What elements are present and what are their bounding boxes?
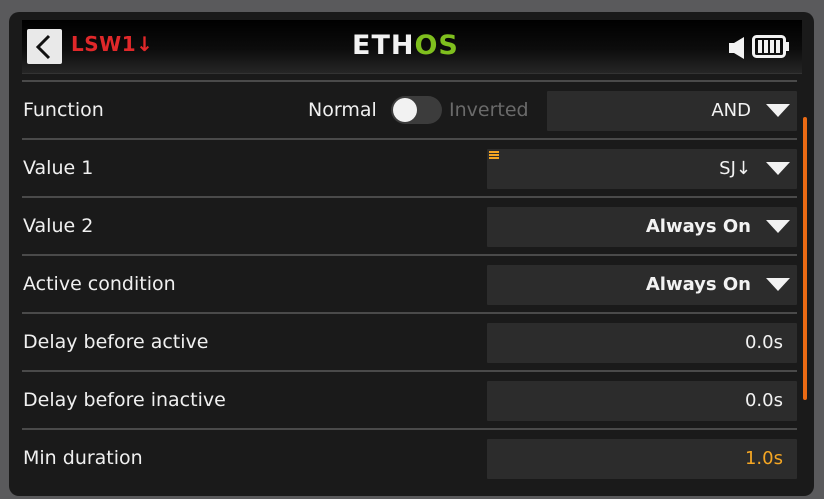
value1-value: SJ↓ xyxy=(719,158,751,179)
function-label: Function xyxy=(23,99,104,121)
scrollbar[interactable] xyxy=(803,117,807,400)
row-min-duration: Min duration 1.0s xyxy=(22,428,797,488)
value1-dropdown[interactable]: SJ↓ xyxy=(487,149,797,189)
logo-text: ETH xyxy=(352,30,415,61)
delay-active-field[interactable]: 0.0s xyxy=(487,323,797,363)
delay-inactive-label: Delay before inactive xyxy=(23,389,226,411)
row-value2: Value 2 Always On xyxy=(22,196,797,256)
caret-down-icon xyxy=(766,162,790,175)
page-title: LSW1↓ xyxy=(71,32,154,56)
row-delay-inactive: Delay before inactive 0.0s xyxy=(22,370,797,430)
row-delay-active: Delay before active 0.0s xyxy=(22,312,797,372)
active-condition-label: Active condition xyxy=(23,273,176,295)
value1-label: Value 1 xyxy=(23,157,94,179)
toggle-inverted-label: Inverted xyxy=(449,99,529,121)
caret-down-icon xyxy=(766,220,790,233)
delay-active-value: 0.0s xyxy=(744,332,783,353)
logo-accent-text: OS xyxy=(414,30,459,61)
toggle-knob xyxy=(393,98,417,122)
value2-label: Value 2 xyxy=(23,215,94,237)
battery-icon xyxy=(752,35,789,58)
delay-inactive-value: 0.0s xyxy=(744,390,783,411)
radio-screen: LSW1↓ ETHOS Function Normal Inverted AND xyxy=(9,12,814,496)
delay-active-label: Delay before active xyxy=(23,331,209,353)
value2-value: Always On xyxy=(645,216,751,237)
delay-inactive-field[interactable]: 0.0s xyxy=(487,381,797,421)
speaker-icon[interactable] xyxy=(728,36,746,60)
function-invert-toggle[interactable] xyxy=(391,96,442,124)
caret-down-icon xyxy=(766,104,790,117)
min-duration-value: 1.0s xyxy=(744,448,783,469)
caret-down-icon xyxy=(766,278,790,291)
min-duration-label: Min duration xyxy=(23,447,143,469)
header-bar: LSW1↓ ETHOS xyxy=(22,20,802,74)
back-button[interactable] xyxy=(27,29,62,64)
active-condition-dropdown[interactable]: Always On xyxy=(487,265,797,305)
function-value: AND xyxy=(711,100,751,121)
chevron-left-icon xyxy=(35,34,51,60)
toggle-normal-label: Normal xyxy=(308,99,377,121)
row-function: Function Normal Inverted AND xyxy=(22,80,797,140)
min-duration-field[interactable]: 1.0s xyxy=(487,439,797,479)
active-condition-value: Always On xyxy=(645,274,751,295)
ethos-logo: ETHOS xyxy=(352,30,459,61)
function-dropdown[interactable]: AND xyxy=(547,91,797,131)
row-value1: Value 1 SJ↓ xyxy=(22,138,797,198)
row-active-condition: Active condition Always On xyxy=(22,254,797,314)
list-icon xyxy=(489,151,499,159)
value2-dropdown[interactable]: Always On xyxy=(487,207,797,247)
